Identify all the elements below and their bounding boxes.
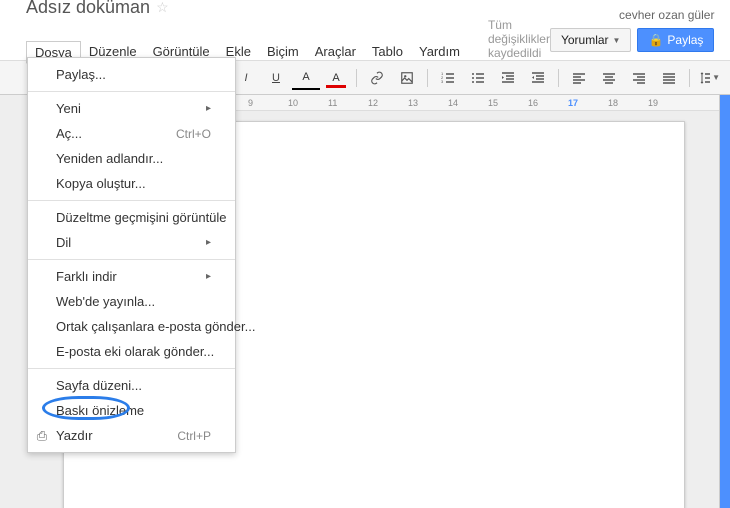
indent-button[interactable] bbox=[524, 67, 552, 89]
numbered-list-button[interactable]: 123 bbox=[434, 67, 462, 89]
user-name[interactable]: cevher ozan güler bbox=[619, 8, 714, 22]
text-color-button[interactable]: A bbox=[292, 66, 320, 90]
menu-item-print[interactable]: ⎙YazdırCtrl+P bbox=[28, 423, 235, 448]
menu-item-rename[interactable]: Yeniden adlandır... bbox=[28, 146, 235, 171]
scrollbar[interactable] bbox=[719, 95, 730, 508]
menu-item-emailcollab[interactable]: Ortak çalışanlara e-posta gönder... bbox=[28, 314, 235, 339]
svg-text:3: 3 bbox=[441, 79, 444, 84]
line-spacing-button[interactable]: ▼ bbox=[696, 67, 724, 89]
align-justify-button[interactable] bbox=[655, 67, 683, 89]
doc-title[interactable]: Adsız doküman bbox=[26, 0, 150, 18]
menu-item-open[interactable]: Aç...Ctrl+O bbox=[28, 121, 235, 146]
menu-help[interactable]: Yardım bbox=[411, 41, 468, 64]
menu-format[interactable]: Biçim bbox=[259, 41, 307, 64]
link-button[interactable] bbox=[363, 67, 391, 89]
highlight-color-button[interactable]: A bbox=[322, 67, 350, 89]
menu-item-emailattach[interactable]: E-posta eki olarak gönder... bbox=[28, 339, 235, 364]
align-right-button[interactable] bbox=[625, 67, 653, 89]
menu-item-pagesetup[interactable]: Sayfa düzeni... bbox=[28, 373, 235, 398]
bullet-list-button[interactable] bbox=[464, 67, 492, 89]
chevron-right-icon: ▸ bbox=[206, 271, 211, 282]
print-icon: ⎙ bbox=[34, 428, 50, 444]
menu-item-makecopy[interactable]: Kopya oluştur... bbox=[28, 171, 235, 196]
underline-button[interactable]: U bbox=[262, 67, 290, 89]
menu-item-revision[interactable]: Düzeltme geçmişini görüntüle bbox=[28, 205, 235, 230]
menu-item-language[interactable]: Dil▸ bbox=[28, 230, 235, 255]
chevron-right-icon: ▸ bbox=[206, 237, 211, 248]
italic-button[interactable]: I bbox=[232, 67, 260, 89]
menu-table[interactable]: Tablo bbox=[364, 41, 411, 64]
menu-item-download[interactable]: Farklı indir▸ bbox=[28, 264, 235, 289]
star-icon[interactable]: ☆ bbox=[156, 0, 169, 16]
align-center-button[interactable] bbox=[595, 67, 623, 89]
align-left-button[interactable] bbox=[565, 67, 593, 89]
menu-item-printpreview[interactable]: Baskı önizleme bbox=[28, 398, 235, 423]
menu-item-new[interactable]: Yeni▸ bbox=[28, 96, 235, 121]
header: Adsız doküman ☆ Dosya Düzenle Görüntüle … bbox=[0, 0, 730, 60]
menu-tools[interactable]: Araçlar bbox=[307, 41, 364, 64]
comments-button[interactable]: Yorumlar▼ bbox=[550, 28, 632, 52]
menu-item-share[interactable]: Paylaş... bbox=[28, 62, 235, 87]
share-button[interactable]: 🔒Paylaş bbox=[637, 28, 714, 52]
outdent-button[interactable] bbox=[494, 67, 522, 89]
lock-icon: 🔒 bbox=[648, 33, 663, 47]
image-button[interactable] bbox=[393, 67, 421, 89]
file-menu-dropdown: Paylaş... Yeni▸ Aç...Ctrl+O Yeniden adla… bbox=[27, 57, 236, 453]
save-status: Tüm değişiklikler kaydedildi bbox=[488, 18, 550, 60]
menu-item-publish[interactable]: Web'de yayınla... bbox=[28, 289, 235, 314]
chevron-right-icon: ▸ bbox=[206, 103, 211, 114]
